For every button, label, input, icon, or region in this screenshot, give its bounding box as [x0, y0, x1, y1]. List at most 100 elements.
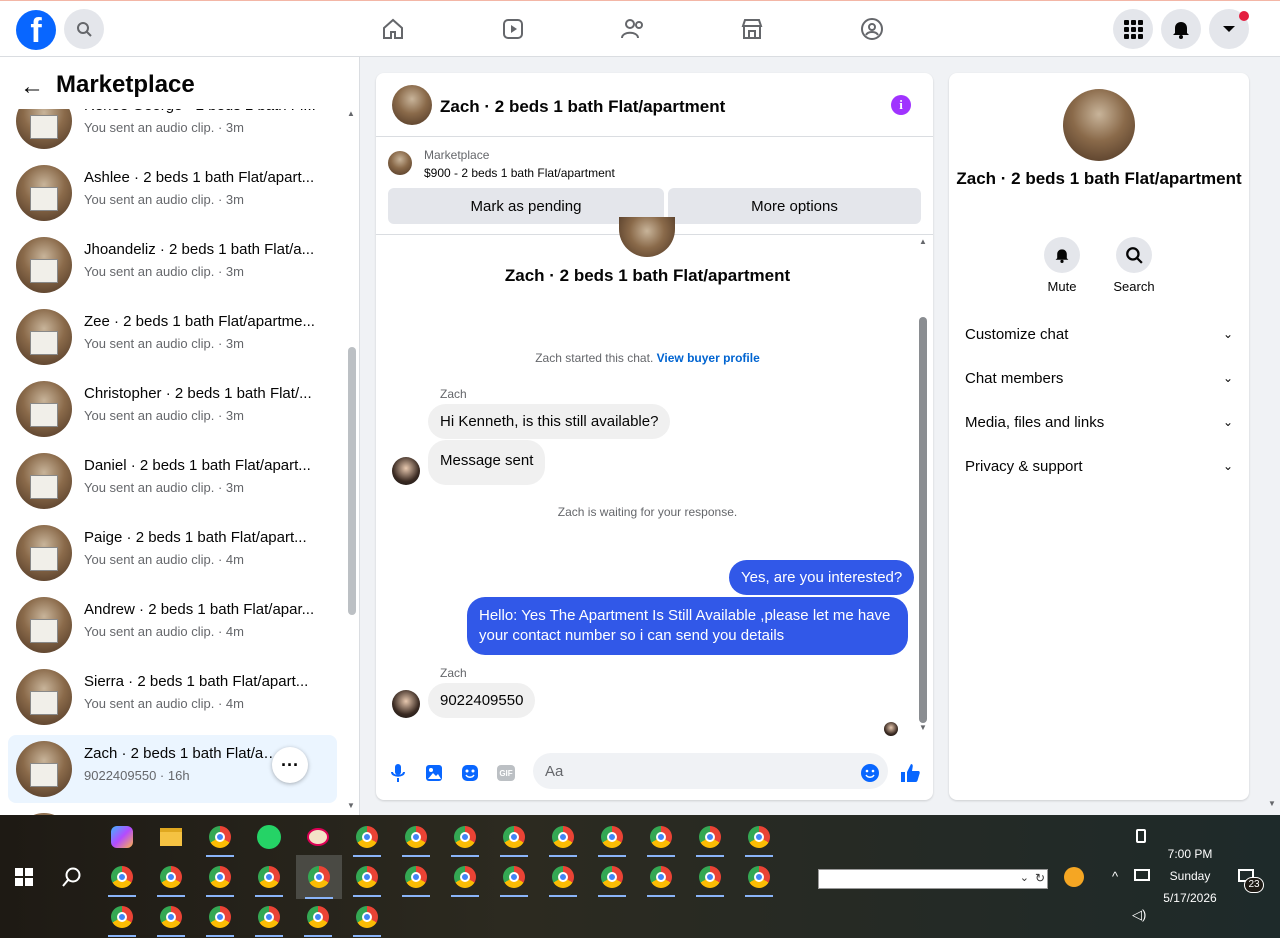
groups-icon[interactable]	[858, 15, 886, 43]
conversation-options-button[interactable]: ···	[272, 747, 308, 783]
account-button[interactable]	[1209, 9, 1249, 49]
marketplace-icon[interactable]	[738, 15, 766, 43]
chrome-profile-icon[interactable]	[739, 817, 779, 857]
friends-icon[interactable]	[619, 15, 647, 43]
refresh-icon[interactable]: ↻	[1035, 871, 1045, 885]
conversation-item[interactable]: Andrew · 2 beds 1 bath Flat/apar... You …	[8, 591, 337, 659]
privacy-support-row[interactable]: Privacy & support ⌄	[965, 450, 1233, 482]
chrome-icon[interactable]	[200, 817, 240, 857]
info-icon[interactable]: i	[891, 95, 911, 115]
more-options-button[interactable]: More options	[668, 188, 921, 224]
conversation-item[interactable]: Daniel · 2 beds 1 bath Flat/apart... You…	[8, 447, 337, 515]
weather-sun-icon[interactable]	[1064, 867, 1084, 887]
chrome-profile-icon[interactable]	[151, 857, 191, 897]
copilot-icon[interactable]	[102, 817, 142, 857]
chrome-profile-icon[interactable]	[543, 857, 583, 897]
chrome-profile-icon[interactable]	[396, 857, 436, 897]
incoming-message[interactable]: Message sent	[428, 440, 546, 485]
chrome-profile-icon[interactable]	[347, 857, 387, 897]
conversation-item[interactable]: Ashlee · 2 beds 1 bath Flat/apart... You…	[8, 159, 337, 227]
chrome-profile-icon[interactable]	[690, 817, 730, 857]
windows-start-icon[interactable]	[4, 857, 44, 897]
chat-scroll-thumb[interactable]	[919, 317, 927, 723]
emoji-icon[interactable]	[859, 762, 881, 784]
conversation-item[interactable]: Christopher · 2 beds 1 bath Flat/... You…	[8, 375, 337, 443]
notifications-button[interactable]	[1161, 9, 1201, 49]
scroll-up-icon[interactable]: ▲	[919, 237, 927, 246]
chrome-profile-icon[interactable]	[102, 897, 142, 937]
conversation-item[interactable]	[8, 807, 337, 815]
chrome-profile-icon[interactable]	[249, 857, 289, 897]
chrome-profile-icon[interactable]	[494, 857, 534, 897]
outgoing-message[interactable]: Yes, are you interested?	[729, 560, 915, 595]
chrome-profile-icon[interactable]	[102, 857, 142, 897]
file-explorer-icon[interactable]	[151, 817, 191, 857]
search-button[interactable]	[64, 9, 104, 49]
chrome-profile-icon[interactable]	[249, 897, 289, 937]
chrome-profile-icon[interactable]	[445, 817, 485, 857]
chrome-profile-icon[interactable]	[641, 857, 681, 897]
conversation-item[interactable]: Zee · 2 beds 1 bath Flat/apartme... You …	[8, 303, 337, 371]
chrome-profile-icon[interactable]	[396, 817, 436, 857]
conversation-item[interactable]: Paige · 2 beds 1 bath Flat/apart... You …	[8, 519, 337, 587]
taskbar-address-field[interactable]: ⌄ ↻	[818, 869, 1048, 889]
chrome-profile-icon[interactable]	[543, 817, 583, 857]
conversation-item-active[interactable]: Zach · 2 beds 1 bath Flat/apa... 9022409…	[8, 735, 337, 803]
chrome-profile-icon[interactable]	[690, 857, 730, 897]
sender-avatar[interactable]	[392, 457, 420, 485]
chat-title[interactable]: Zach · 2 beds 1 bath Flat/apartment	[440, 97, 725, 117]
menu-button[interactable]	[1113, 9, 1153, 49]
media-files-links-row[interactable]: Media, files and links ⌄	[965, 406, 1233, 438]
profile-avatar[interactable]	[1063, 89, 1135, 161]
network-icon[interactable]	[1134, 869, 1150, 881]
video-icon[interactable]	[499, 15, 527, 43]
chrome-profile-icon[interactable]	[200, 897, 240, 937]
gif-icon[interactable]: GIF	[495, 762, 517, 784]
message-input[interactable]	[533, 753, 888, 789]
microphone-icon[interactable]	[387, 762, 409, 784]
chat-avatar[interactable]	[392, 85, 432, 125]
sticker-icon[interactable]	[459, 762, 481, 784]
inbox-scrollbar[interactable]: ▲ ▼	[346, 107, 356, 815]
clock-day[interactable]: Sunday	[1150, 869, 1230, 883]
chrome-profile-icon-active[interactable]	[296, 855, 342, 899]
home-icon[interactable]	[379, 15, 407, 43]
meet-now-icon[interactable]	[1136, 829, 1146, 843]
back-arrow-icon[interactable]: ←	[20, 73, 44, 101]
facebook-logo[interactable]: f	[16, 10, 56, 50]
inbox-scroll-thumb[interactable]	[348, 347, 356, 615]
chrome-profile-icon[interactable]	[347, 817, 387, 857]
conversation-item[interactable]: Jhoandeliz · 2 beds 1 bath Flat/a... You…	[8, 231, 337, 299]
page-scrollbar[interactable]: ▼	[1266, 57, 1280, 815]
dropdown-chevron-icon[interactable]: ⌄	[1020, 871, 1029, 884]
clock-date[interactable]: 5/17/2026	[1150, 891, 1230, 905]
volume-icon[interactable]: ◁)	[1132, 907, 1146, 923]
incoming-message[interactable]: Hi Kenneth, is this still available?	[428, 404, 671, 439]
chrome-profile-icon[interactable]	[739, 857, 779, 897]
conversation-item[interactable]: Sierra · 2 beds 1 bath Flat/apart... You…	[8, 663, 337, 731]
search-conversation-button[interactable]: Search	[1104, 237, 1164, 294]
chrome-profile-icon[interactable]	[200, 857, 240, 897]
scroll-down-icon[interactable]: ▼	[347, 801, 355, 810]
chrome-profile-icon[interactable]	[151, 897, 191, 937]
chrome-profile-icon[interactable]	[347, 897, 387, 937]
show-hidden-icons-icon[interactable]: ^	[1112, 869, 1118, 884]
scroll-down-icon[interactable]: ▼	[1268, 799, 1276, 808]
outgoing-message[interactable]: Hello: Yes The Apartment Is Still Availa…	[467, 597, 908, 655]
whatsapp-icon[interactable]	[249, 817, 289, 857]
chrome-profile-icon[interactable]	[641, 817, 681, 857]
listing-title[interactable]: $900 - 2 beds 1 bath Flat/apartment	[424, 166, 615, 180]
sender-avatar[interactable]	[392, 690, 420, 718]
chrome-profile-icon[interactable]	[592, 857, 632, 897]
chrome-profile-icon[interactable]	[592, 817, 632, 857]
view-buyer-profile-link[interactable]: View buyer profile	[657, 351, 760, 365]
thumbs-up-icon[interactable]	[899, 762, 921, 784]
taskbar-search-icon[interactable]	[52, 857, 92, 897]
photo-icon[interactable]	[423, 762, 445, 784]
chrome-profile-icon[interactable]	[445, 857, 485, 897]
incoming-message[interactable]: 9022409550	[428, 683, 536, 718]
chrome-profile-icon[interactable]	[494, 817, 534, 857]
customize-chat-row[interactable]: Customize chat ⌄	[965, 318, 1233, 350]
paint-icon[interactable]	[298, 817, 338, 857]
clock-time[interactable]: 7:00 PM	[1150, 847, 1230, 861]
